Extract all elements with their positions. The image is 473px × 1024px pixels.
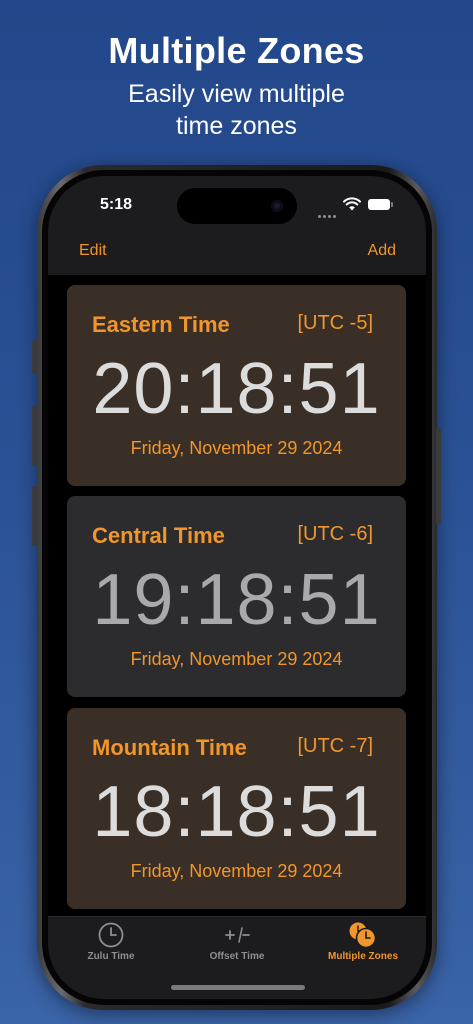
zone-utc-offset: [UTC -5] xyxy=(297,312,373,334)
zone-name: Central Time xyxy=(92,523,225,548)
zone-utc-offset: [UTC -6] xyxy=(297,523,373,545)
zone-date: Friday, November 29 2024 xyxy=(130,649,343,669)
tab-label: Offset Time xyxy=(209,951,265,962)
promo-subline-1: Easily view multiple xyxy=(128,80,345,108)
tab-multiple-zones[interactable]: Multiple Zones xyxy=(300,921,426,962)
phone-screen: 5:18 Edit Add Eastern Time [UTC -5] 20:1… xyxy=(48,176,426,999)
plus-minus-icon xyxy=(225,927,250,943)
top-bar: 5:18 Edit Add xyxy=(48,176,426,275)
multiple-clocks-icon xyxy=(349,922,377,949)
phone-volume-down-button xyxy=(32,486,37,546)
promo-subline-2: time zones xyxy=(176,112,297,140)
status-time: 5:18 xyxy=(100,196,133,213)
tab-zulu-time[interactable]: Zulu Time xyxy=(48,921,174,962)
zone-card-central[interactable]: Central Time [UTC -6] 19:18:51 Friday, N… xyxy=(67,496,406,697)
clock-icon xyxy=(98,922,124,948)
zone-utc-offset: [UTC -7] xyxy=(297,735,373,757)
zone-date: Friday, November 29 2024 xyxy=(130,438,343,458)
signal-dots-icon xyxy=(318,205,340,218)
zone-date: Friday, November 29 2024 xyxy=(130,861,343,881)
zone-card-mountain[interactable]: Mountain Time [UTC -7] 18:18:51 Friday, … xyxy=(67,708,406,909)
phone-action-button xyxy=(32,340,37,374)
tab-label: Multiple Zones xyxy=(328,951,398,962)
zone-clock-time: 20:18:51 xyxy=(92,349,381,429)
promo-headline: Multiple Zones xyxy=(108,30,365,71)
edit-button[interactable]: Edit xyxy=(79,242,107,260)
zone-name: Mountain Time xyxy=(92,735,247,760)
camera-icon xyxy=(271,200,283,212)
tab-offset-time[interactable]: Offset Time xyxy=(174,921,300,962)
wifi-icon xyxy=(343,197,361,211)
tab-label: Zulu Time xyxy=(87,951,135,962)
zone-clock-time: 18:18:51 xyxy=(92,772,381,852)
zone-card-eastern[interactable]: Eastern Time [UTC -5] 20:18:51 Friday, N… xyxy=(67,285,406,486)
home-indicator[interactable] xyxy=(171,985,305,990)
zone-clock-time: 19:18:51 xyxy=(92,560,381,640)
add-button[interactable]: Add xyxy=(368,242,396,260)
tab-bar: Zulu Time Offset Time Multiple Zones xyxy=(48,916,426,999)
zone-name: Eastern Time xyxy=(92,312,230,337)
phone-volume-up-button xyxy=(32,406,37,466)
battery-icon xyxy=(368,199,393,210)
phone-power-button xyxy=(436,428,441,524)
dynamic-island xyxy=(177,188,297,224)
